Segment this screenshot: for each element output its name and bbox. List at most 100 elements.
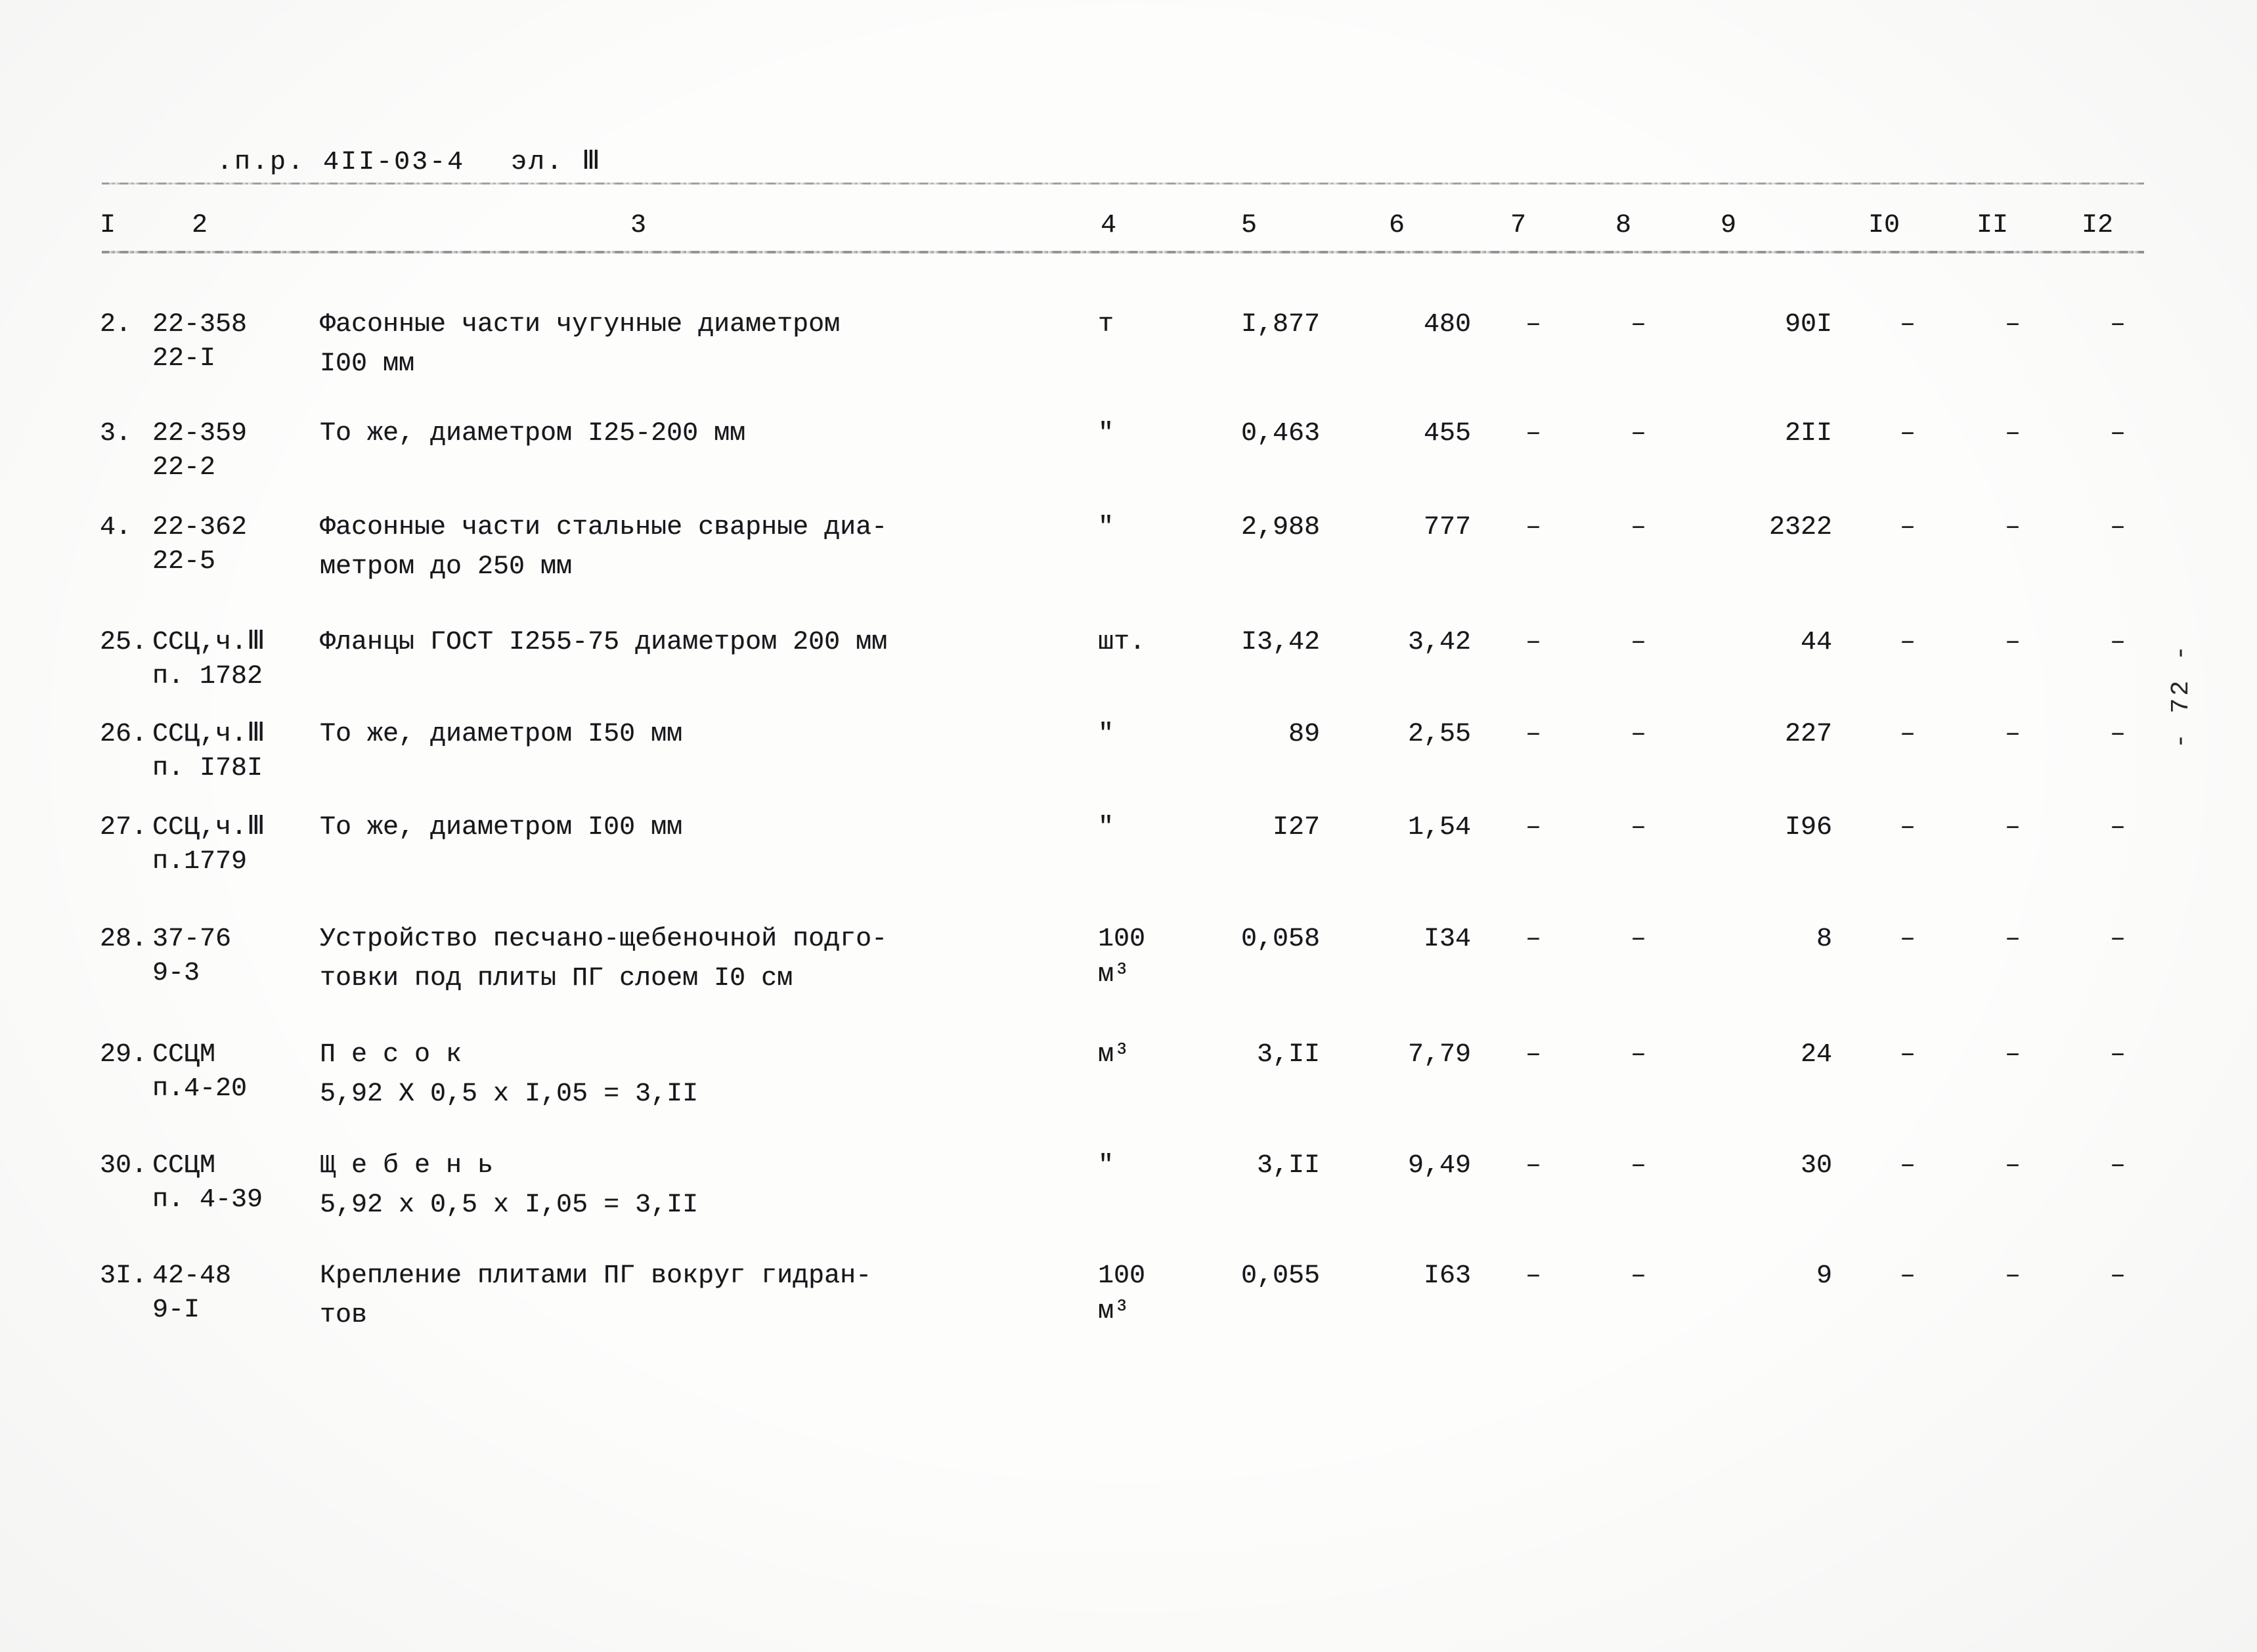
row-description-line1: Фланцы ГОСТ I255-75 диаметром 200 мм xyxy=(320,628,888,657)
row-value-c5: I3,42 xyxy=(1240,628,1320,657)
row-value-c7: – xyxy=(1525,310,1541,339)
table-rule-bottom xyxy=(102,251,2144,253)
row-unit: " xyxy=(1098,813,1114,842)
column-number-2: 2 xyxy=(192,211,208,240)
column-number-12: I2 xyxy=(2082,211,2114,240)
row-code-secondary: 9-I xyxy=(152,1295,200,1325)
row-value-c7: – xyxy=(1525,628,1541,657)
row-code-primary: 42-48 xyxy=(152,1261,232,1291)
row-description-line1: П е с о к xyxy=(320,1040,462,1070)
row-value-c9: 8 xyxy=(1816,924,1832,954)
row-value-c11: – xyxy=(2004,1261,2021,1291)
row-value-c9: 9 xyxy=(1816,1261,1832,1291)
row-code-secondary: п. 1782 xyxy=(152,662,263,691)
row-code-primary: 22-359 xyxy=(152,419,248,448)
row-description-line2: тов xyxy=(320,1301,368,1330)
row-value-c12: – xyxy=(2109,720,2126,749)
table-column-number-row: I 2 3 4 5 6 7 8 9 I0 II I2 xyxy=(0,209,2257,243)
row-value-c12: – xyxy=(2109,1261,2126,1291)
document-header: .п.р. 4II-03-4 эл. Ⅲ xyxy=(110,116,602,207)
row-unit: м³ xyxy=(1098,1040,1130,1070)
row-value-c12: – xyxy=(2109,1151,2126,1181)
row-value-c11: – xyxy=(2004,1040,2021,1070)
row-value-c7: – xyxy=(1525,720,1541,749)
row-value-c12: – xyxy=(2109,1040,2126,1070)
column-number-10: I0 xyxy=(1868,211,1900,240)
row-value-c7: – xyxy=(1525,813,1541,842)
row-value-c8: – xyxy=(1630,924,1646,954)
row-value-c10: – xyxy=(1899,419,1916,448)
row-value-c7: – xyxy=(1525,513,1541,542)
row-value-c5: I,877 xyxy=(1240,310,1320,339)
row-value-c10: – xyxy=(1899,720,1916,749)
row-code-secondary: 22-5 xyxy=(152,547,216,576)
row-value-c10: – xyxy=(1899,1261,1916,1291)
row-code-secondary: п. 4-39 xyxy=(152,1185,263,1215)
row-value-c5: 3,II xyxy=(1256,1040,1320,1070)
column-number-11: II xyxy=(1977,211,2009,240)
row-unit: " xyxy=(1098,513,1114,542)
row-value-c10: – xyxy=(1899,628,1916,657)
row-value-c5: 89 xyxy=(1288,720,1320,749)
row-value-c6: I63 xyxy=(1423,1261,1471,1291)
column-number-1: I xyxy=(100,211,116,240)
row-value-c8: – xyxy=(1630,720,1646,749)
row-value-c6: 2,55 xyxy=(1407,720,1471,749)
row-description-line1: То же, диаметром I50 мм xyxy=(320,720,683,749)
row-value-c11: – xyxy=(2004,1151,2021,1181)
row-description-line1: Крепление плитами ПГ вокруг гидран- xyxy=(320,1261,872,1291)
row-description-line1: Устройство песчано-щебеночной подго- xyxy=(320,924,888,954)
row-value-c6: 9,49 xyxy=(1407,1151,1471,1181)
row-code-primary: 37-76 xyxy=(152,924,232,954)
document-sheet: .п.р. 4II-03-4 эл. Ⅲ I 2 3 4 5 6 7 8 9 I0 II I2 2. 22… xyxy=(0,0,2257,1652)
row-value-c6: 1,54 xyxy=(1407,813,1471,842)
row-value-c6: 3,42 xyxy=(1407,628,1471,657)
row-value-c8: – xyxy=(1630,310,1646,339)
row-value-c7: – xyxy=(1525,419,1541,448)
document-header-sheet: эл. Ⅲ xyxy=(511,148,602,177)
row-unit: 100 xyxy=(1098,1261,1146,1291)
row-value-c10: – xyxy=(1899,1151,1916,1181)
row-description-line2: метром до 250 мм xyxy=(320,552,573,582)
column-number-7: 7 xyxy=(1510,211,1527,240)
row-unit: " xyxy=(1098,419,1114,448)
row-description-line1: Фасонные части чугунные диаметром xyxy=(320,310,841,339)
row-value-c12: – xyxy=(2109,419,2126,448)
row-value-c5: 2,988 xyxy=(1240,513,1320,542)
row-value-c9: 24 xyxy=(1800,1040,1832,1070)
row-value-c10: – xyxy=(1899,813,1916,842)
row-value-c10: – xyxy=(1899,1040,1916,1070)
row-unit: т xyxy=(1098,310,1114,339)
row-value-c11: – xyxy=(2004,924,2021,954)
row-value-c9: 2322 xyxy=(1768,513,1832,542)
row-value-c9: 90I xyxy=(1784,310,1832,339)
row-code-secondary: 22-2 xyxy=(152,453,216,483)
row-value-c12: – xyxy=(2109,310,2126,339)
row-value-c8: – xyxy=(1630,1261,1646,1291)
row-description-line1: Фасонные части стальные сварные диа- xyxy=(320,513,888,542)
row-code-primary: ССЦ,ч.Ⅲ xyxy=(152,720,265,749)
row-value-c11: – xyxy=(2004,628,2021,657)
column-number-3: 3 xyxy=(630,211,647,240)
row-value-c7: – xyxy=(1525,924,1541,954)
column-number-6: 6 xyxy=(1389,211,1405,240)
scanned-document-page: .п.р. 4II-03-4 эл. Ⅲ I 2 3 4 5 6 7 8 9 I0 II I2 2. 22… xyxy=(0,0,2257,1652)
row-value-c12: – xyxy=(2109,813,2126,842)
row-value-c9: 30 xyxy=(1800,1151,1832,1181)
row-value-c5: 0,058 xyxy=(1240,924,1320,954)
row-unit-line2: м³ xyxy=(1098,1297,1130,1326)
row-value-c11: – xyxy=(2004,720,2021,749)
row-unit: " xyxy=(1098,720,1114,749)
row-code-primary: 22-358 xyxy=(152,310,248,339)
row-value-c8: – xyxy=(1630,813,1646,842)
row-value-c6: I34 xyxy=(1423,924,1471,954)
row-value-c6: 777 xyxy=(1423,513,1471,542)
row-value-c12: – xyxy=(2109,513,2126,542)
row-unit: 100 xyxy=(1098,924,1146,954)
row-value-c11: – xyxy=(2004,813,2021,842)
row-code-secondary: 9-3 xyxy=(152,959,200,988)
row-value-c7: – xyxy=(1525,1151,1541,1181)
row-value-c10: – xyxy=(1899,924,1916,954)
row-description-line1: То же, диаметром I25-200 мм xyxy=(320,419,746,448)
row-value-c8: – xyxy=(1630,513,1646,542)
